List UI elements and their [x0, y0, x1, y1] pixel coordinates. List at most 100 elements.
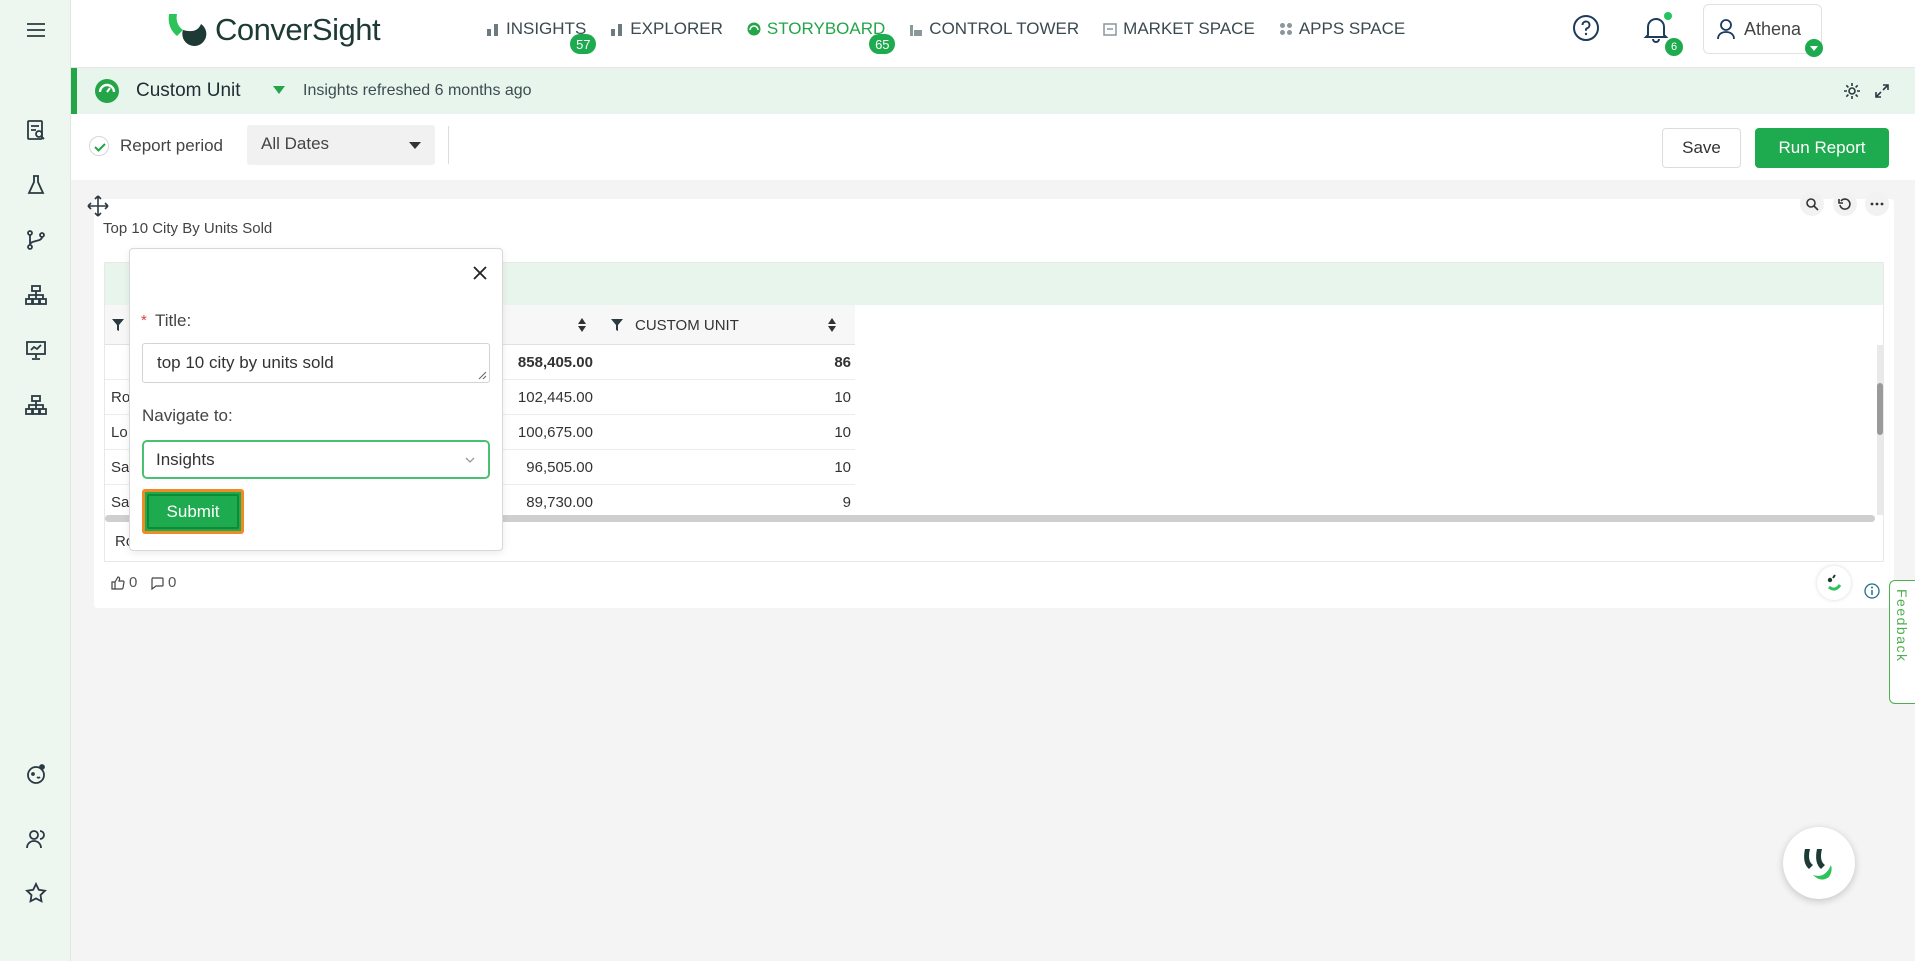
report-period-label: Report period: [120, 136, 224, 155]
link-dialog: * Title: top 10 city by units sold Navig…: [129, 248, 503, 551]
storyboard-header: Custom Unit Insights refreshed 6 months …: [71, 68, 1915, 114]
logo-mark-icon: [165, 8, 209, 52]
users-icon[interactable]: [22, 825, 50, 853]
run-report-button[interactable]: Run Report: [1755, 128, 1889, 168]
submit-button[interactable]: Submit: [147, 494, 239, 529]
help-icon[interactable]: [1572, 14, 1600, 42]
divider: [448, 126, 449, 164]
logo[interactable]: ConverSight: [165, 8, 381, 52]
left-sidebar: [0, 0, 71, 961]
more-options-icon[interactable]: [1865, 192, 1889, 216]
comment-count: 0: [168, 574, 177, 591]
info-icon[interactable]: [1864, 583, 1880, 599]
table-cell: Lo: [111, 424, 128, 441]
table-cell: Sa: [111, 494, 130, 511]
title-input-value: top 10 city by units sold: [157, 353, 334, 372]
nav-label: CONTROL TOWER: [929, 19, 1080, 38]
chevron-down-icon: [409, 142, 421, 149]
feedback-label: Feedback: [1894, 589, 1910, 663]
nav-insights[interactable]: INSIGHTS 57: [486, 19, 597, 54]
table-cell: 102,445.00: [517, 389, 593, 406]
title-input[interactable]: top 10 city by units sold: [142, 343, 490, 383]
like-count: 0: [129, 574, 138, 591]
table-cell: 858,405.00: [517, 354, 593, 371]
table-cell: 89,730.00: [526, 494, 593, 511]
star-icon[interactable]: [22, 879, 50, 907]
sort-icon[interactable]: [827, 317, 837, 333]
save-button[interactable]: Save: [1662, 128, 1741, 168]
report-icon[interactable]: [22, 116, 50, 144]
table-cell: 9: [842, 494, 851, 511]
nav-storyboard[interactable]: STORYBOARD 65: [747, 19, 896, 54]
move-icon[interactable]: [87, 195, 109, 217]
sort-icon[interactable]: [577, 317, 587, 333]
filter-icon[interactable]: [610, 318, 624, 332]
gear-icon[interactable]: [1842, 81, 1862, 101]
lab-flask-icon[interactable]: [22, 171, 50, 199]
storyboard-title[interactable]: Custom Unit: [136, 80, 241, 102]
bar-chart-icon: [487, 24, 498, 36]
date-select[interactable]: All Dates: [247, 125, 435, 165]
filter-bar: Report period All Dates Save Run Report: [71, 114, 1915, 180]
table-cell: 10: [834, 424, 851, 441]
user-name: Athena: [1744, 18, 1802, 39]
navigate-to-value: Insights: [156, 450, 215, 469]
required-asterisk: *: [141, 312, 147, 329]
search-icon[interactable]: [1800, 192, 1824, 216]
table-cell: 96,505.00: [526, 459, 593, 476]
storyboard-icon: [747, 22, 761, 36]
nav-market-space[interactable]: MARKET SPACE: [1103, 19, 1255, 39]
card-title: Top 10 City By Units Sold: [103, 220, 273, 237]
table-cell: 86: [834, 354, 851, 371]
nav-badge: 57: [570, 34, 597, 54]
date-select-value: All Dates: [261, 134, 330, 153]
menu-icon[interactable]: [22, 16, 50, 44]
chat-assistant-button[interactable]: [1783, 827, 1855, 899]
tower-icon: [910, 25, 923, 36]
notification-dot: [1664, 12, 1672, 20]
chevron-down-icon[interactable]: [273, 86, 285, 94]
assistant-logo-icon: [1804, 849, 1832, 880]
comment-icon: [151, 576, 164, 590]
table-cell: 10: [834, 389, 851, 406]
expand-icon[interactable]: [1875, 84, 1889, 98]
table-cell: 10: [834, 459, 851, 476]
refresh-status: Insights refreshed 6 months ago: [303, 82, 532, 99]
user-caret-icon[interactable]: [1805, 39, 1823, 57]
presentation-icon[interactable]: [22, 336, 50, 364]
assistant-face-icon[interactable]: [1817, 566, 1851, 600]
refresh-icon[interactable]: [1833, 192, 1857, 216]
nav-badge: 65: [869, 34, 896, 54]
main-nav: INSIGHTS 57 EXPLORER STORYBOARD 65 CONTR…: [486, 19, 1429, 54]
submit-button-highlight[interactable]: Submit: [142, 489, 244, 534]
close-icon[interactable]: [470, 263, 490, 283]
column-header-custom-unit[interactable]: CUSTOM UNIT: [635, 305, 739, 345]
nav-label: APPS SPACE: [1298, 19, 1406, 38]
branch-icon[interactable]: [22, 226, 50, 254]
notification-count: 6: [1665, 38, 1683, 56]
table-cell: 100,675.00: [517, 424, 593, 441]
like-button[interactable]: 0: [111, 574, 137, 591]
title-label: Title:: [155, 311, 192, 330]
report-period-checkbox[interactable]: [89, 136, 109, 156]
nav-apps-space[interactable]: APPS SPACE: [1279, 19, 1405, 39]
nav-label: EXPLORER: [630, 19, 723, 38]
org-chart-icon[interactable]: [22, 391, 50, 419]
navigate-to-select[interactable]: Insights: [142, 440, 490, 479]
nav-explorer[interactable]: EXPLORER: [610, 19, 723, 39]
nav-control-tower[interactable]: CONTROL TOWER: [909, 19, 1079, 39]
bar-chart-icon: [611, 24, 623, 36]
feedback-tab[interactable]: Feedback: [1889, 580, 1915, 704]
assistant-icon[interactable]: [22, 760, 50, 788]
nav-label: MARKET SPACE: [1123, 19, 1255, 38]
filter-icon[interactable]: [111, 318, 125, 332]
logo-text: ConverSight: [215, 12, 381, 47]
chevron-down-icon: [465, 457, 475, 463]
market-icon: [1103, 23, 1117, 36]
comment-button[interactable]: 0: [150, 574, 176, 591]
resize-handle-icon[interactable]: [477, 370, 487, 380]
hierarchy-icon[interactable]: [22, 281, 50, 309]
thumbs-up-icon: [111, 575, 125, 590]
vertical-scroll-thumb[interactable]: [1877, 383, 1883, 435]
navigate-to-label: Navigate to:: [142, 406, 233, 425]
